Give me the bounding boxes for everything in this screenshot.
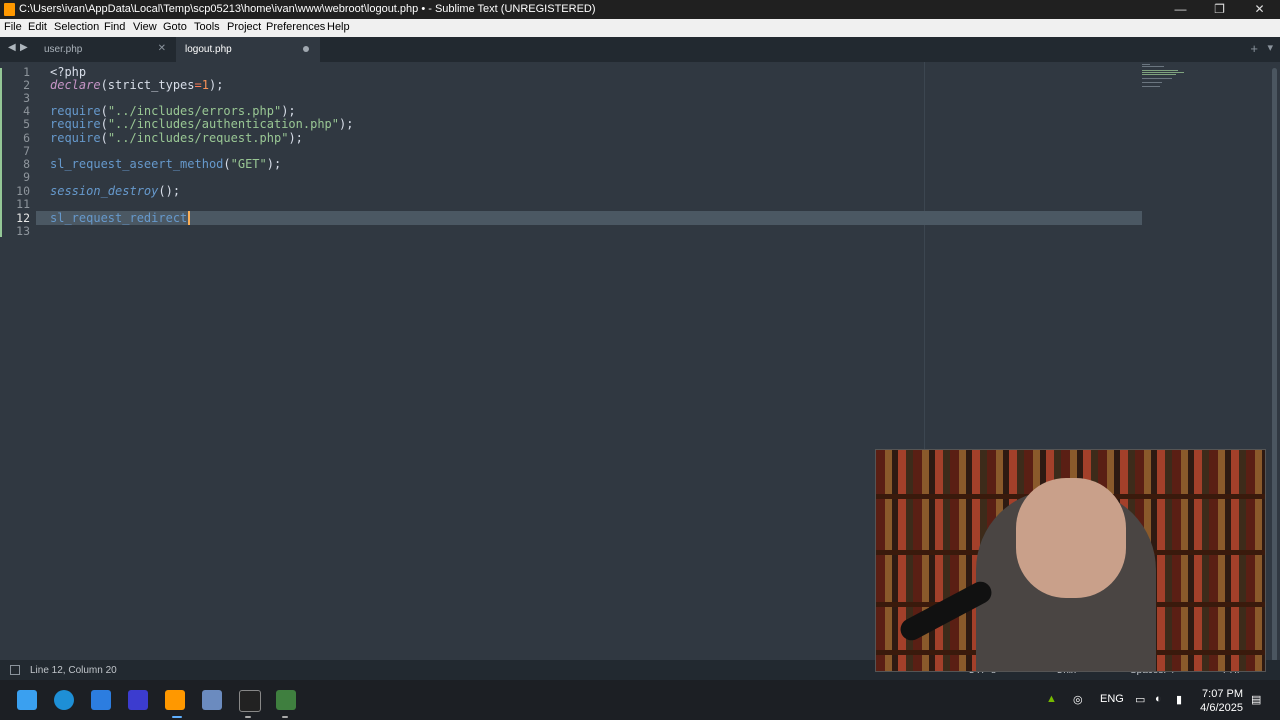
edge-browser-icon[interactable] xyxy=(54,690,74,710)
text-caret xyxy=(188,211,190,225)
app-x-icon[interactable] xyxy=(91,690,111,710)
paren: ); xyxy=(288,131,303,145)
calculator-icon[interactable] xyxy=(202,690,222,710)
new-tab-icon[interactable]: + xyxy=(1250,41,1258,56)
sublime-text-taskbar-icon[interactable] xyxy=(165,690,185,710)
menu-selection[interactable]: Selection xyxy=(54,21,99,33)
terminal-icon[interactable] xyxy=(239,690,261,712)
sublime-text-icon xyxy=(4,3,15,16)
cursor-position: Line 12, Column 20 xyxy=(30,665,117,676)
nvidia-icon[interactable]: ▲ xyxy=(1046,693,1057,705)
window-title: C:\Users\ivan\AppData\Local\Temp\scp0521… xyxy=(19,3,596,15)
vertical-scrollbar[interactable] xyxy=(1272,68,1277,662)
visual-studio-icon[interactable] xyxy=(128,690,148,710)
taskbar: ▲ ◎ ENG ▭ ◐ ▮ 7:07 PM 4/6/2025 ▤ xyxy=(0,680,1280,720)
paren: ( xyxy=(100,131,108,145)
line-gutter: 1 2 3 4 5 6 7 8 9 10 11 12 13 xyxy=(0,62,36,660)
minimap[interactable] xyxy=(1142,62,1268,92)
code-text: ); xyxy=(208,78,224,92)
language-indicator[interactable]: ENG xyxy=(1100,693,1124,705)
title-bar: C:\Users\ivan\AppData\Local\Temp\scp0521… xyxy=(0,0,1280,19)
menu-find[interactable]: Find xyxy=(104,21,125,33)
string-literal: "../includes/request.php" xyxy=(107,131,289,145)
display-icon[interactable]: ▭ xyxy=(1135,693,1145,706)
code-text: (); xyxy=(158,184,181,198)
paren: ); xyxy=(281,104,296,118)
minimize-button[interactable]: — xyxy=(1161,0,1200,19)
tab-label: user.php xyxy=(44,44,83,55)
paren: ( xyxy=(223,157,231,171)
code-line-10: session_destroy(); xyxy=(50,185,180,198)
menu-file[interactable]: File xyxy=(4,21,22,33)
paren: ); xyxy=(266,157,282,171)
string-literal: "../includes/authentication.php" xyxy=(107,117,339,131)
function-call: session_destroy xyxy=(50,184,159,198)
code-line-2: declare(strict_types=1); xyxy=(50,79,223,92)
menu-preferences[interactable]: Preferences xyxy=(266,21,325,33)
system-clock[interactable]: 7:07 PM 4/6/2025 xyxy=(1200,687,1243,715)
paren: ); xyxy=(339,117,354,131)
close-icon[interactable]: ✕ xyxy=(158,43,166,54)
tab-logout-php[interactable]: logout.php xyxy=(176,37,320,62)
tab-prev-icon[interactable]: ◀ xyxy=(8,42,16,53)
paren: ( xyxy=(100,104,108,118)
close-button[interactable]: ✕ xyxy=(1240,0,1279,19)
string-literal: "../includes/errors.php" xyxy=(107,104,282,118)
keyword-require: require xyxy=(50,104,101,118)
menu-tools[interactable]: Tools xyxy=(194,21,220,33)
windows-start-icon[interactable] xyxy=(17,690,37,710)
function-call: sl_request_aseert_method xyxy=(50,157,224,171)
php-open-tag: <?php xyxy=(50,65,87,79)
paren: ( xyxy=(100,117,108,131)
volume-icon[interactable]: ◐ xyxy=(1155,693,1162,705)
code-text: (strict_types xyxy=(100,78,195,92)
tab-bar: ◀ ▶ user.php ✕ logout.php + ▾ xyxy=(0,37,1280,62)
menu-bar: File Edit Selection Find View Goto Tools… xyxy=(0,19,1280,37)
tab-list-icon[interactable]: ▾ xyxy=(1267,41,1273,54)
line-number: 9 xyxy=(23,170,30,184)
menu-project[interactable]: Project xyxy=(227,21,261,33)
operator: = xyxy=(194,78,202,92)
code-line-5: require("../includes/authentication.php"… xyxy=(50,118,353,131)
panel-toggle-icon[interactable] xyxy=(10,665,20,675)
string-literal: "GET" xyxy=(230,157,267,171)
webcam-overlay xyxy=(875,449,1266,672)
code-line-8: sl_request_aseert_method("GET"); xyxy=(50,158,281,171)
tab-label: logout.php xyxy=(185,44,232,55)
keyword-declare: declare xyxy=(50,78,101,92)
code-line-12: sl_request_redirect xyxy=(50,212,187,225)
keyword-require: require xyxy=(50,117,101,131)
line-number: 13 xyxy=(16,224,30,238)
code-line-6: require("../includes/request.php"); xyxy=(50,132,303,145)
file-transfer-icon[interactable] xyxy=(276,690,296,710)
menu-edit[interactable]: Edit xyxy=(28,21,47,33)
line-number: 5 xyxy=(23,117,30,131)
menu-help[interactable]: Help xyxy=(327,21,350,33)
clock-time: 7:07 PM xyxy=(1202,688,1243,700)
unsaved-dot-icon[interactable] xyxy=(303,46,309,52)
tab-user-php[interactable]: user.php ✕ xyxy=(35,37,175,62)
line-number: 11 xyxy=(16,197,30,211)
number-literal: 1 xyxy=(201,78,209,92)
notification-icon[interactable]: ▤ xyxy=(1251,693,1261,706)
network-globe-icon[interactable]: ◎ xyxy=(1073,693,1083,706)
tab-next-icon[interactable]: ▶ xyxy=(20,42,28,53)
current-line-highlight xyxy=(36,211,1142,225)
menu-goto[interactable]: Goto xyxy=(163,21,187,33)
presenter-face xyxy=(1016,478,1126,598)
maximize-button[interactable]: ❐ xyxy=(1200,0,1239,19)
battery-icon[interactable]: ▮ xyxy=(1176,693,1182,706)
function-call: sl_request_redirect xyxy=(50,211,188,225)
keyword-require: require xyxy=(50,131,101,145)
menu-view[interactable]: View xyxy=(133,21,157,33)
clock-date: 4/6/2025 xyxy=(1200,702,1243,714)
